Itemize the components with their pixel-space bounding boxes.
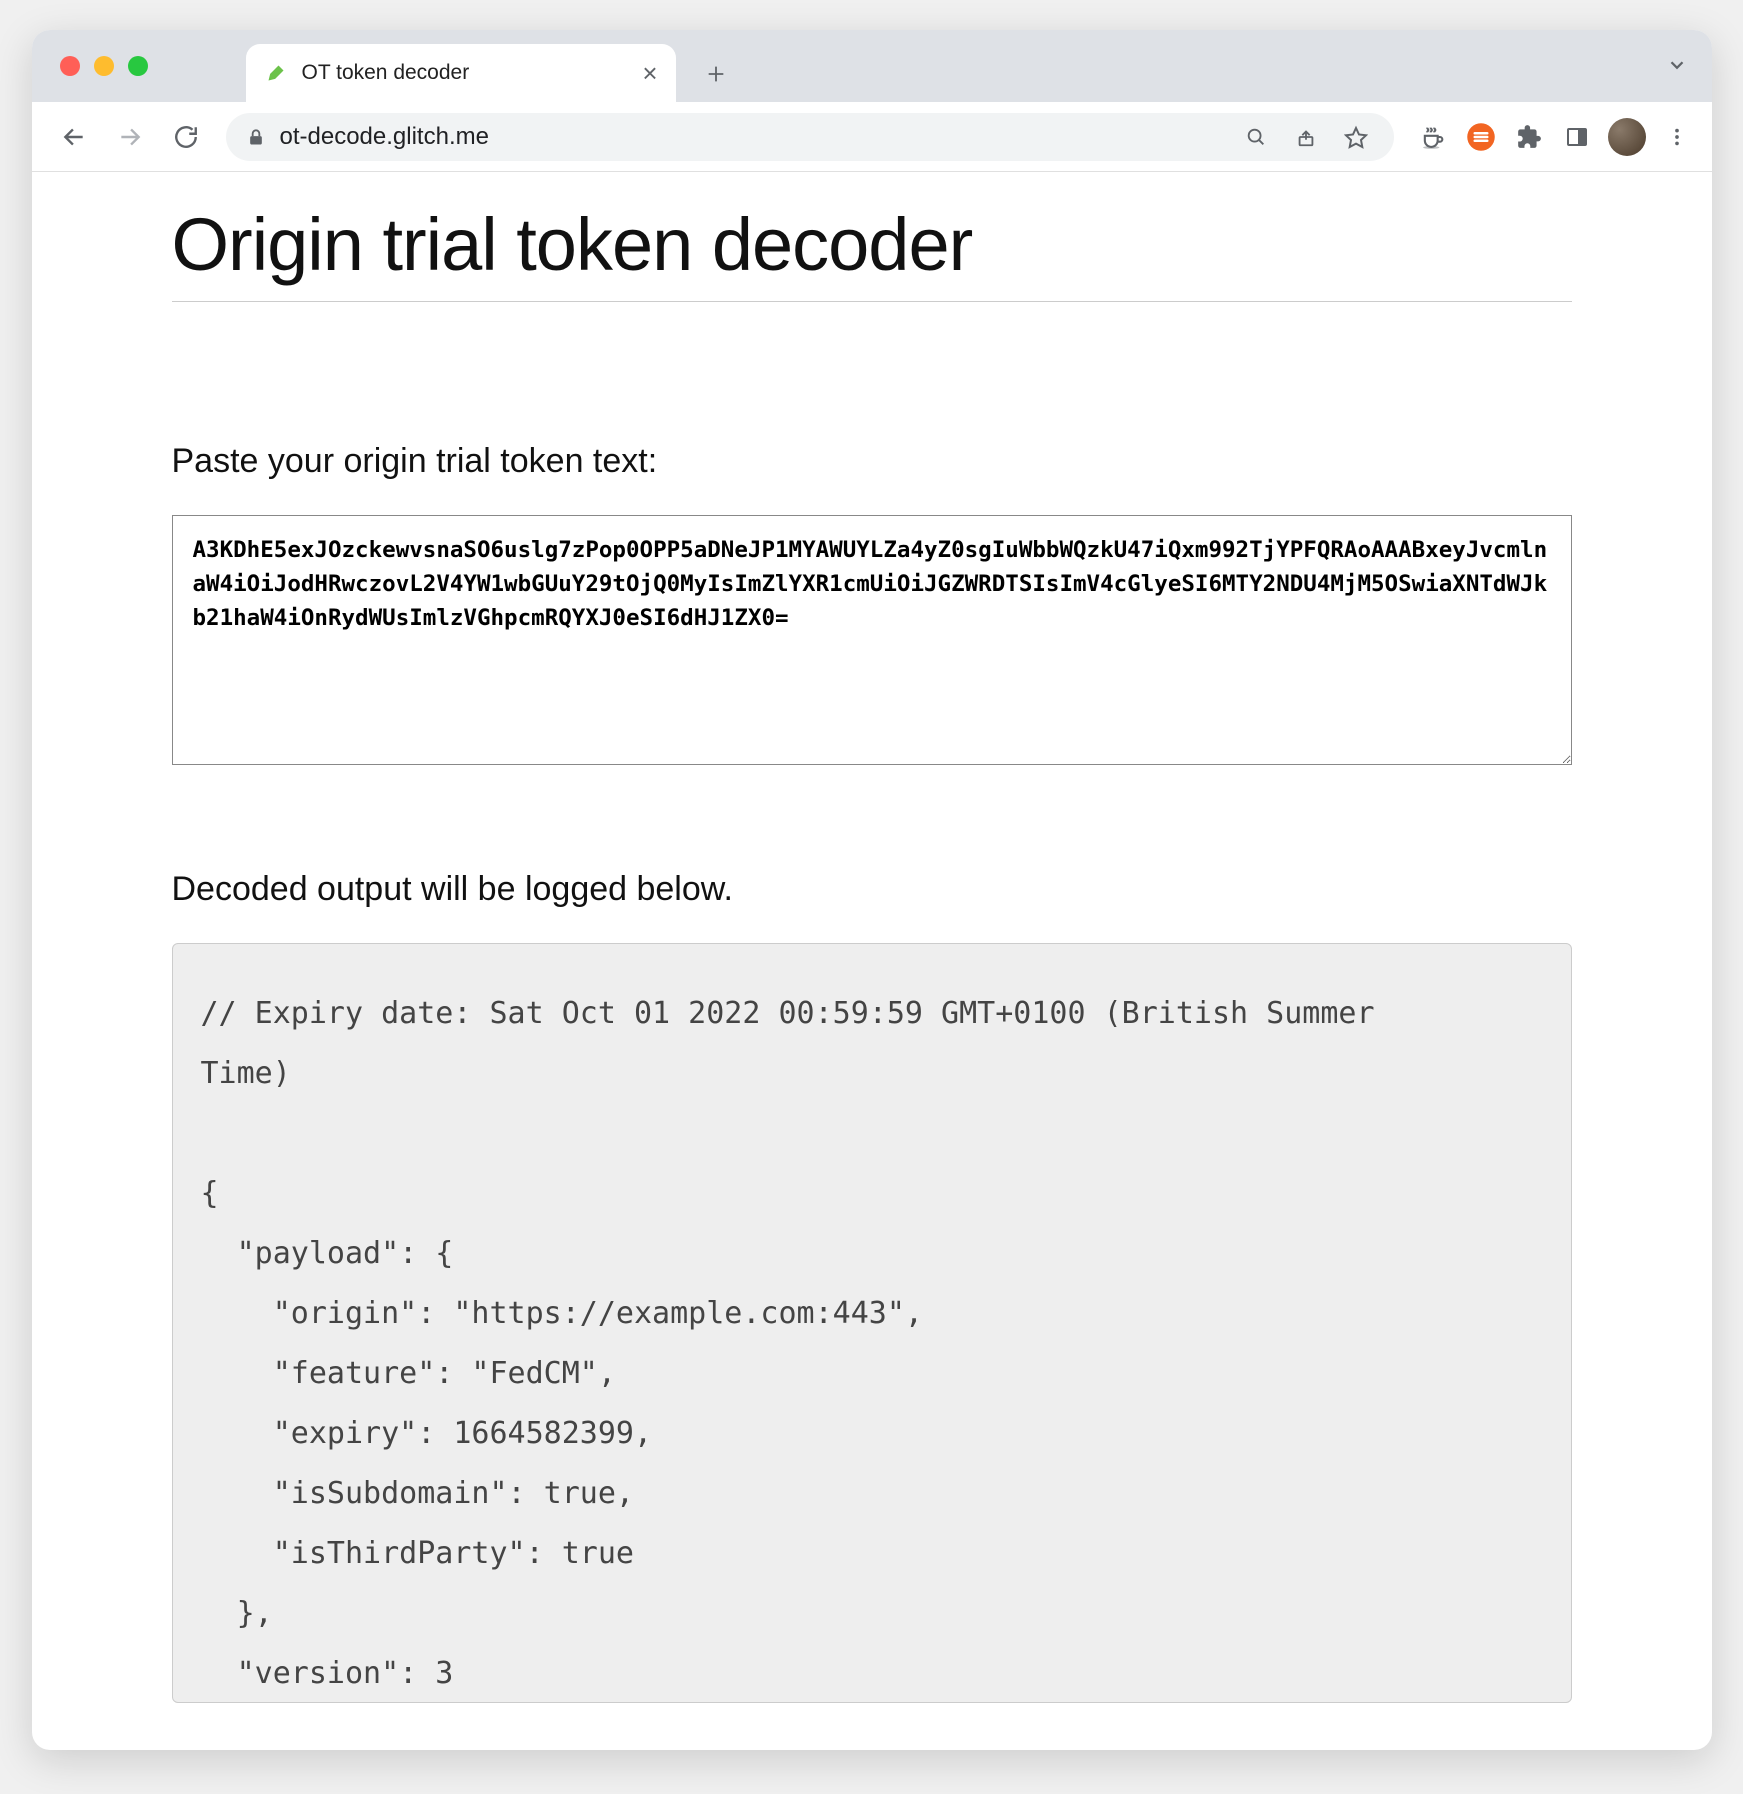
coffee-extension-icon[interactable] — [1416, 120, 1450, 154]
token-textarea[interactable] — [172, 515, 1572, 765]
back-button[interactable] — [50, 113, 98, 161]
profile-avatar[interactable] — [1608, 118, 1646, 156]
extensions-puzzle-icon[interactable] — [1512, 120, 1546, 154]
share-icon[interactable] — [1288, 126, 1324, 148]
page-content: Origin trial token decoder Paste your or… — [32, 172, 1712, 1750]
browser-tab[interactable]: OT token decoder × — [246, 44, 676, 102]
output-label: Decoded output will be logged below. — [172, 870, 1572, 909]
decoded-output: // Expiry date: Sat Oct 01 2022 00:59:59… — [172, 943, 1572, 1703]
browser-toolbar: ot-decode.glitch.me — [32, 102, 1712, 172]
window-minimize-button[interactable] — [94, 56, 114, 76]
forward-button[interactable] — [106, 113, 154, 161]
tab-strip: OT token decoder × — [32, 30, 1712, 102]
browser-window: OT token decoder × ot-decode.glitch.me — [32, 30, 1712, 1750]
paste-label: Paste your origin trial token text: — [172, 442, 1572, 481]
tab-search-button[interactable] — [1666, 54, 1688, 76]
extension-icons — [1416, 118, 1694, 156]
orange-extension-icon[interactable] — [1464, 120, 1498, 154]
page-title: Origin trial token decoder — [172, 202, 1572, 302]
kebab-menu-icon[interactable] — [1660, 120, 1694, 154]
search-icon[interactable] — [1238, 126, 1274, 148]
tab-close-button[interactable]: × — [642, 60, 657, 86]
window-maximize-button[interactable] — [128, 56, 148, 76]
lock-icon — [246, 127, 266, 147]
tab-favicon-icon — [264, 61, 288, 85]
side-panel-icon[interactable] — [1560, 120, 1594, 154]
bookmark-star-icon[interactable] — [1338, 125, 1374, 149]
window-controls — [60, 56, 148, 76]
reload-button[interactable] — [162, 113, 210, 161]
tab-title: OT token decoder — [302, 61, 629, 85]
url-text: ot-decode.glitch.me — [280, 123, 1224, 151]
window-close-button[interactable] — [60, 56, 80, 76]
new-tab-button[interactable] — [694, 52, 738, 96]
address-bar[interactable]: ot-decode.glitch.me — [226, 113, 1394, 161]
